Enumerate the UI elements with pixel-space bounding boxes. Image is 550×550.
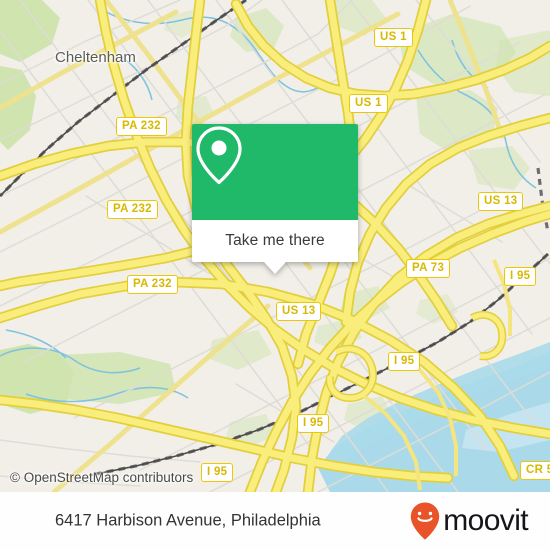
- road-shield-us-1[interactable]: US 1: [349, 94, 388, 113]
- road-shield-i-95[interactable]: I 95: [201, 463, 234, 482]
- road-shield-us-13[interactable]: US 13: [276, 302, 322, 321]
- map-pin-icon: [196, 126, 242, 185]
- take-me-there-label: Take me there: [225, 232, 325, 249]
- road-shield-pa-232[interactable]: PA 232: [127, 275, 178, 294]
- map-canvas[interactable]: Cheltenham US 1 US 1 PA 232 PA 232 US 13…: [0, 0, 550, 492]
- road-shield-pa-232[interactable]: PA 232: [107, 200, 158, 219]
- road-shield-us-13[interactable]: US 13: [478, 192, 524, 211]
- callout-tail-pointer: [264, 262, 286, 274]
- road-shield-pa-73[interactable]: PA 73: [406, 259, 451, 278]
- moovit-map-screenshot: Cheltenham US 1 US 1 PA 232 PA 232 US 13…: [0, 0, 550, 550]
- road-shield-us-1[interactable]: US 1: [374, 28, 413, 47]
- road-shield-i-95[interactable]: I 95: [297, 414, 330, 433]
- map-attribution[interactable]: © OpenStreetMap contributors: [10, 470, 193, 485]
- place-label-cheltenham: Cheltenham: [55, 49, 136, 66]
- moovit-pin-smiley-icon: [411, 502, 440, 540]
- road-shield-i-95[interactable]: I 95: [504, 267, 537, 286]
- callout-pin-panel: [192, 124, 358, 220]
- road-shield-i-95[interactable]: I 95: [388, 352, 421, 371]
- moovit-wordmark: moovit: [443, 504, 528, 537]
- location-callout-card[interactable]: Take me there: [192, 124, 358, 274]
- road-shield-pa-232[interactable]: PA 232: [116, 117, 167, 136]
- moovit-logo[interactable]: moovit: [410, 502, 529, 540]
- callout-action-panel[interactable]: Take me there: [192, 220, 358, 274]
- footer-bar: 6417 Harbison Avenue, Philadelphia moovi…: [0, 492, 550, 550]
- road-shield-cr-5[interactable]: CR 5: [520, 461, 550, 480]
- address-label: 6417 Harbison Avenue, Philadelphia: [55, 511, 321, 530]
